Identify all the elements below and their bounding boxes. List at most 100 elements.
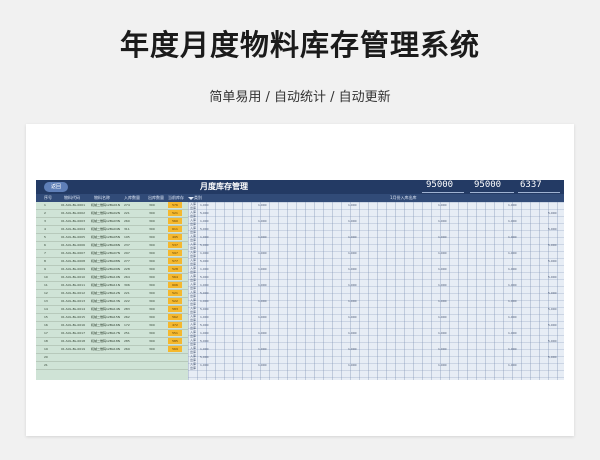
cell-name: 机械二维码12BA10N [91, 275, 120, 279]
table-row[interactable]: 6 01-SUL-BL-0006 机械二维码12BA06N 237 300 537 [36, 242, 188, 250]
value-cell: 5,000 [548, 291, 557, 295]
value-cell: 1,000 [258, 363, 267, 367]
value-cell: 1,000 [258, 347, 267, 351]
cell-in: 260 [124, 219, 130, 223]
metric-1: 95000 [426, 180, 454, 190]
cell-out: 300 [149, 299, 155, 303]
table-row[interactable]: 11 01-SUL-BL-0011 机械二维码12BA11N 306 300 606 [36, 282, 188, 290]
value-cell: 1,000 [508, 363, 517, 367]
cell-out: 300 [149, 227, 155, 231]
table-row[interactable]: 1 01-SUL-BL-0001 机械二维码12BA01N 274 300 576 [36, 202, 188, 210]
stock-badge: 472 [168, 322, 182, 328]
cell-in: 264 [124, 275, 130, 279]
column-header-row: 序号 物料代码 物料名称 入库数量 出库数量 当前库存 类别 1月份入库出库 [36, 194, 564, 202]
cell-out: 300 [149, 331, 155, 335]
table-row[interactable]: 19 01-SUL-BL-0019 机械二维码12BA19N 269 300 569 [36, 346, 188, 354]
table-row[interactable]: 3 01-SUL-BL-0003 机械二维码12BA03N 260 300 560 [36, 218, 188, 226]
dropdown-arrow-icon[interactable] [188, 197, 194, 200]
cell-in: 228 [124, 267, 130, 271]
value-cell: 1,000 [200, 283, 209, 287]
metric-divider-2 [470, 192, 514, 193]
material-columns: 1 01-SUL-BL-0001 机械二维码12BA01N 274 300 576 2 01-… [36, 202, 188, 380]
value-cell: 1,000 [348, 331, 357, 335]
value-cell: 1,000 [508, 283, 517, 287]
cell-num: 13 [44, 299, 48, 303]
cell-id: 01-SUL-BL-0012 [61, 291, 85, 295]
table-row[interactable]: 9 01-SUL-BL-0009 机械二维码12BA09N 228 300 528 [36, 266, 188, 274]
type-label: 出库 [190, 366, 197, 370]
back-button[interactable]: 返回 [44, 182, 68, 192]
value-cell: 5,000 [200, 211, 209, 215]
cell-num: 5 [44, 235, 46, 239]
value-cell: 1,000 [508, 251, 517, 255]
stock-badge: 522 [168, 298, 182, 304]
value-cell: 1,000 [508, 219, 517, 223]
cell-in: 269 [124, 347, 130, 351]
month-grid: 入库 出库 1,000 1,000 1,000 1,000 1,000 入库 出库 5,000 5,… [188, 202, 564, 380]
table-row[interactable]: 16 01-SUL-BL-0016 机械二维码12BA16N 172 300 472 [36, 322, 188, 330]
metric-3: 6337 [520, 180, 542, 190]
stock-badge: 606 [168, 282, 182, 288]
cell-out: 300 [149, 323, 155, 327]
cell-num: 11 [44, 283, 48, 287]
stock-badge: 560 [168, 218, 182, 224]
table-row[interactable]: 2 01-SUL-BL-0002 机械二维码12BA02N 221 300 521 [36, 210, 188, 218]
stock-badge: 521 [168, 290, 182, 296]
value-cell: 5,000 [200, 323, 209, 327]
cell-num: 9 [44, 267, 46, 271]
value-cell: 5,000 [200, 243, 209, 247]
table-row[interactable]: 14 01-SUL-BL-0014 机械二维码12BA14N 283 300 583 [36, 306, 188, 314]
cell-id: 01-SUL-BL-0003 [61, 219, 85, 223]
value-cell: 1,000 [200, 235, 209, 239]
cell-num: 15 [44, 315, 48, 319]
value-cell: 1,000 [348, 299, 357, 303]
metric-divider-1 [422, 192, 464, 193]
value-cell: 1,000 [438, 219, 447, 223]
stock-badge: 537 [168, 242, 182, 248]
value-cell: 1,000 [258, 251, 267, 255]
cell-id: 01-SUL-BL-0011 [61, 283, 85, 287]
cell-id: 01-SUL-BL-0013 [61, 299, 85, 303]
cell-name: 机械二维码12BA07N [91, 251, 120, 255]
cell-out: 300 [149, 243, 155, 247]
table-row[interactable]: 17 01-SUL-BL-0017 机械二维码12BA17N 251 300 551 [36, 330, 188, 338]
value-cell: 1,000 [258, 331, 267, 335]
table-row[interactable]: 10 01-SUL-BL-0010 机械二维码12BA10N 264 300 564 [36, 274, 188, 282]
table-row[interactable]: 15 01-SUL-BL-0015 机械二维码12BA15N 262 300 562 [36, 314, 188, 322]
cell-in: 311 [124, 227, 130, 231]
cell-out: 300 [149, 235, 155, 239]
col-stock: 当前库存 [168, 195, 184, 200]
metric-divider-3 [518, 192, 560, 193]
value-cell: 5,000 [200, 291, 209, 295]
cell-name: 机械二维码12BA05N [91, 235, 120, 239]
cell-name: 机械二维码12BA08N [91, 259, 120, 263]
table-row[interactable]: 20 [36, 354, 188, 362]
cell-num: 14 [44, 307, 48, 311]
value-cell: 1,000 [508, 299, 517, 303]
table-row[interactable]: 7 01-SUL-BL-0007 机械二维码12BA07N 297 300 597 [36, 250, 188, 258]
value-cell: 1,000 [258, 235, 267, 239]
table-row[interactable]: 5 01-SUL-BL-0005 机械二维码12BA05N 195 300 495 [36, 234, 188, 242]
cell-in: 172 [124, 323, 130, 327]
value-cell: 1,000 [200, 219, 209, 223]
cell-id: 01-SUL-BL-0007 [61, 251, 85, 255]
cell-name: 机械二维码12BA16N [91, 323, 120, 327]
cell-in: 251 [124, 331, 130, 335]
table-row[interactable]: 21 [36, 362, 188, 370]
table-row[interactable]: 13 01-SUL-BL-0013 机械二维码12BA13N 222 300 522 [36, 298, 188, 306]
table-row[interactable]: 18 01-SUL-BL-0018 机械二维码12BA18N 285 300 585 [36, 338, 188, 346]
table-row[interactable]: 4 01-SUL-BL-0004 机械二维码12BA04N 311 300 611 [36, 226, 188, 234]
value-cell: 5,000 [548, 339, 557, 343]
cell-out: 300 [149, 203, 155, 207]
value-cell: 1,000 [508, 331, 517, 335]
cell-num: 20 [44, 355, 48, 359]
page-title: 年度月度物料库存管理系统 [119, 28, 480, 62]
value-cell: 1,000 [200, 267, 209, 271]
value-cell: 5,000 [548, 211, 557, 215]
cell-name: 机械二维码12BA19N [91, 347, 120, 351]
table-row[interactable]: 8 01-SUL-BL-0008 机械二维码12BA08N 277 300 577 [36, 258, 188, 266]
metric-2: 95000 [474, 180, 502, 190]
value-cell: 5,000 [548, 355, 557, 359]
cell-name: 机械二维码12BA06N [91, 243, 120, 247]
table-row[interactable]: 12 01-SUL-BL-0012 机械二维码12BA12N 221 300 521 [36, 290, 188, 298]
